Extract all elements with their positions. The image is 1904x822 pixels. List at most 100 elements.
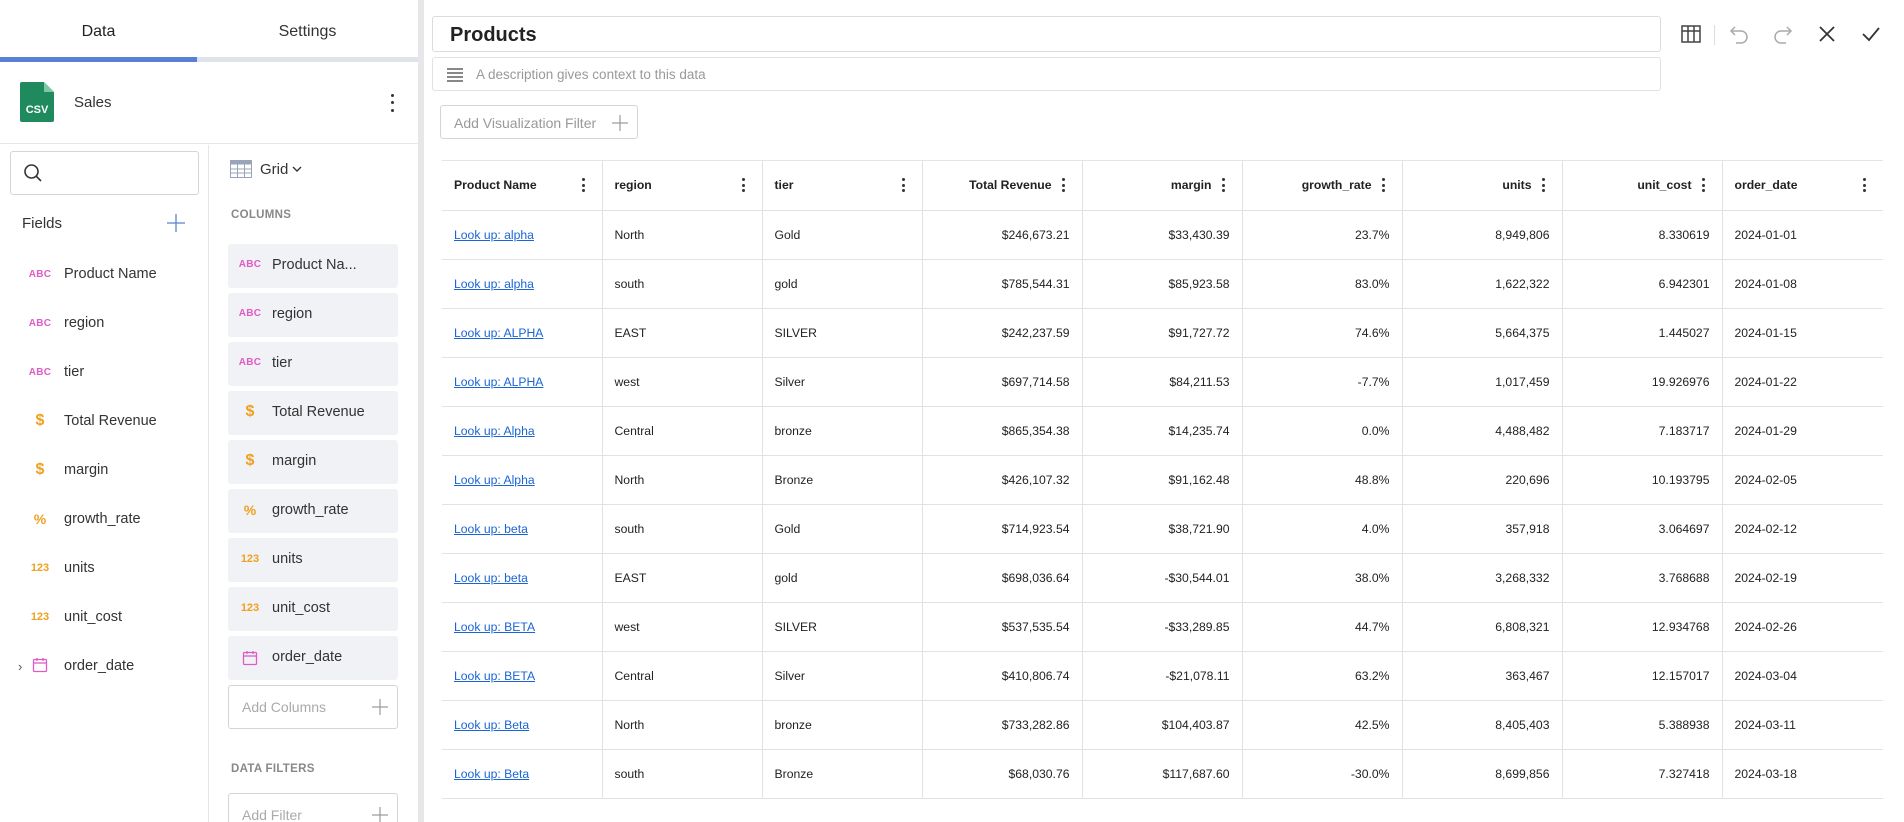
column-menu-icon[interactable] [902, 178, 906, 192]
table-cell: 1.445027 [1562, 308, 1723, 358]
add-columns-button[interactable]: Add Columns [228, 685, 398, 729]
visualization-title-input[interactable]: Products [432, 16, 1661, 52]
column-chip-order-date[interactable]: order_date [228, 636, 398, 680]
column-menu-icon[interactable] [1863, 178, 1867, 192]
table-row: Look up: Beta North bronze $733,282.86 $104,… [442, 700, 1883, 750]
column-chip-product-name[interactable]: ABC Product Na... [228, 244, 398, 288]
field-units[interactable]: 123 units [0, 546, 208, 590]
column-chip-label: unit_cost [272, 600, 331, 616]
tab-settings[interactable]: Settings [197, 0, 418, 64]
description-input[interactable]: A description gives context to this data [432, 57, 1661, 91]
redo-icon[interactable] [1771, 22, 1795, 46]
table-cell: Bronze [762, 749, 923, 799]
panel-splitter[interactable] [418, 0, 424, 822]
column-chip-margin[interactable]: $ margin [228, 440, 398, 484]
table-row: Look up: ALPHA west Silver $697,714.58 $84,2… [442, 357, 1883, 407]
column-menu-icon[interactable] [742, 178, 746, 192]
add-visualization-filter-button[interactable]: Add Visualization Filter [440, 105, 638, 139]
field-growth-rate[interactable]: % growth_rate [0, 497, 208, 541]
fields-search-input[interactable] [10, 151, 199, 195]
column-header[interactable]: units [1402, 161, 1563, 211]
calendar-icon [28, 657, 52, 676]
table-cell: 2024-02-05 [1722, 455, 1883, 505]
table-cell: $537,535.54 [922, 602, 1083, 652]
lookup-link[interactable]: Look up: ALPHA [454, 326, 543, 340]
table-cell: $865,354.38 [922, 406, 1083, 456]
tab-data[interactable]: Data [0, 0, 197, 64]
add-field-icon[interactable] [166, 213, 186, 233]
column-menu-icon[interactable] [582, 178, 586, 192]
lookup-link[interactable]: Look up: ALPHA [454, 375, 543, 389]
column-chip-growth-rate[interactable]: % growth_rate [228, 489, 398, 533]
table-cell: 2024-01-01 [1722, 210, 1883, 260]
table-cell: 2024-01-22 [1722, 357, 1883, 407]
column-header[interactable]: Total Revenue [922, 161, 1083, 211]
field-unit-cost[interactable]: 123 unit_cost [0, 595, 208, 639]
chevron-right-icon[interactable]: › [18, 659, 22, 674]
column-header[interactable]: unit_cost [1562, 161, 1723, 211]
column-header[interactable]: Product Name [442, 161, 603, 211]
column-chip-tier[interactable]: ABC tier [228, 342, 398, 386]
datasource-menu-icon[interactable] [386, 92, 398, 114]
field-total-revenue[interactable]: $ Total Revenue [0, 399, 208, 443]
add-filter-button[interactable]: Add Filter [228, 793, 398, 822]
column-menu-icon[interactable] [1702, 178, 1706, 192]
table-cell: Central [602, 651, 763, 701]
column-menu-icon[interactable] [1062, 178, 1066, 192]
table-row: Look up: alpha North Gold $246,673.21 $33,43… [442, 210, 1883, 260]
lookup-link[interactable]: Look up: Beta [454, 767, 529, 781]
lookup-link[interactable]: Look up: beta [454, 571, 528, 585]
table-cell: south [602, 749, 763, 799]
table-cell: $33,430.39 [1082, 210, 1243, 260]
table-cell: gold [762, 553, 923, 603]
table-cell: 48.8% [1242, 455, 1403, 505]
column-menu-icon[interactable] [1222, 178, 1226, 192]
table-cell: gold [762, 259, 923, 309]
column-chip-label: tier [272, 355, 293, 371]
column-header[interactable]: margin [1082, 161, 1243, 211]
lookup-link[interactable]: Look up: Alpha [454, 473, 535, 487]
column-menu-icon[interactable] [1382, 178, 1386, 192]
column-chip-total-revenue[interactable]: $ Total Revenue [228, 391, 398, 435]
column-chip-region[interactable]: ABC region [228, 293, 398, 337]
column-header-label: unit_cost [1637, 178, 1692, 193]
lookup-link[interactable]: Look up: BETA [454, 620, 535, 634]
table-cell: $426,107.32 [922, 455, 1083, 505]
column-header-label: Total Revenue [969, 178, 1052, 193]
dollar-icon: $ [245, 452, 255, 469]
column-header[interactable]: tier [762, 161, 923, 211]
lookup-link[interactable]: Look up: alpha [454, 228, 534, 242]
lookup-link[interactable]: Look up: Beta [454, 718, 529, 732]
column-header[interactable]: order_date [1722, 161, 1883, 211]
lookup-link[interactable]: Look up: alpha [454, 277, 534, 291]
column-header[interactable]: growth_rate [1242, 161, 1403, 211]
table-cell: 12.934768 [1562, 602, 1723, 652]
column-chip-unit-cost[interactable]: 123 unit_cost [228, 587, 398, 631]
column-chip-units[interactable]: 123 units [228, 538, 398, 582]
column-menu-icon[interactable] [1542, 178, 1546, 192]
field-margin[interactable]: $ margin [0, 448, 208, 492]
lookup-link[interactable]: Look up: BETA [454, 669, 535, 683]
lookup-link[interactable]: Look up: beta [454, 522, 528, 536]
field-product-name[interactable]: ABC Product Name [0, 252, 208, 296]
column-chip-label: region [272, 306, 313, 322]
table-cell: 7.327418 [1562, 749, 1723, 799]
visualization-type-selector[interactable]: Grid [230, 160, 303, 178]
undo-icon[interactable] [1727, 22, 1751, 46]
percent-icon: % [243, 502, 257, 518]
table-cell: $410,806.74 [922, 651, 1083, 701]
table-cell: $38,721.90 [1082, 504, 1243, 554]
column-header[interactable]: region [602, 161, 763, 211]
field-tier[interactable]: ABC tier [0, 350, 208, 394]
table-view-icon[interactable] [1679, 22, 1703, 46]
table-row: Look up: alpha south gold $785,544.31 $85,92… [442, 259, 1883, 309]
abc-icon: ABC [238, 308, 262, 319]
table-cell: $14,235.74 [1082, 406, 1243, 456]
field-order-date[interactable]: › order_date [0, 644, 208, 688]
confirm-check-icon[interactable] [1859, 22, 1883, 46]
column-header-label: order_date [1734, 178, 1798, 193]
table-cell: south [602, 259, 763, 309]
close-icon[interactable] [1815, 22, 1839, 46]
field-region[interactable]: ABC region [0, 301, 208, 345]
lookup-link[interactable]: Look up: Alpha [454, 424, 535, 438]
